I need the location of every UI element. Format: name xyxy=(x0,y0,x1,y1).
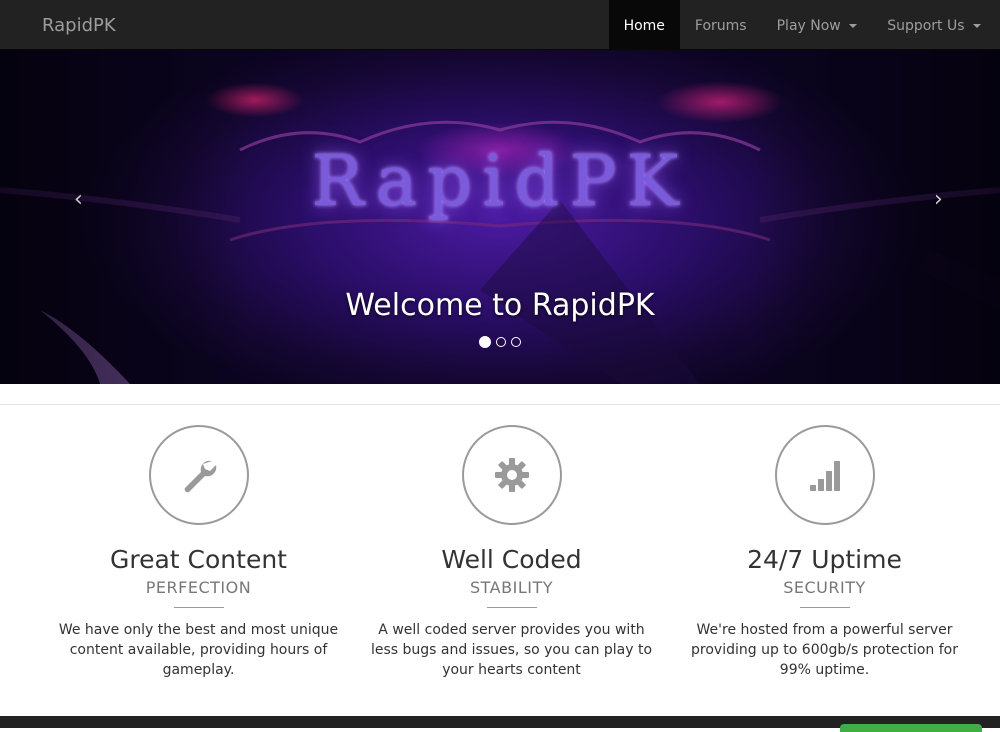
nav-menu: Home Forums Play Now Support Us xyxy=(608,0,996,50)
signal-icon xyxy=(809,461,840,491)
feature-text: We're hosted from a powerful server prov… xyxy=(691,622,958,678)
footer-button[interactable] xyxy=(840,724,982,732)
carousel-caption: Welcome to RapidPK xyxy=(345,288,655,323)
feature-rule xyxy=(486,607,537,608)
nav-item-support-us[interactable]: Support Us xyxy=(872,0,996,50)
navbar: RapidPK Home Forums Play Now Support Us xyxy=(0,0,1000,50)
section-divider xyxy=(0,404,1000,405)
feature-rule xyxy=(173,607,224,608)
nav-item-play-now[interactable]: Play Now xyxy=(762,0,873,50)
feature-text: We have only the best and most unique co… xyxy=(58,622,339,678)
nav-item-label: Home xyxy=(623,18,665,34)
feature-icon-circle xyxy=(148,425,249,525)
wrench-icon xyxy=(184,460,216,493)
nav-item-label: Support Us xyxy=(887,18,965,34)
feature-subtitle: SECURITY xyxy=(783,578,866,597)
caret-down-icon xyxy=(973,24,981,28)
gear-icon xyxy=(494,458,529,492)
feature-title: Well Coded xyxy=(441,545,582,574)
feature-subtitle: PERFECTION xyxy=(145,578,252,597)
feature-well-coded: Well Coded STABILITY A well coded server… xyxy=(355,425,668,680)
feature-subtitle: STABILITY xyxy=(469,578,553,597)
feature-rule xyxy=(799,607,850,608)
carousel-indicator-3[interactable] xyxy=(511,337,521,347)
chevron-right-icon[interactable]: › xyxy=(934,187,943,212)
banner-logo-text: RapidPK xyxy=(311,140,689,222)
carousel-indicators xyxy=(0,336,1000,348)
chevron-left-icon[interactable]: ‹ xyxy=(74,187,83,212)
carousel-indicator-1[interactable] xyxy=(479,336,491,348)
feature-title: 24/7 Uptime xyxy=(747,545,902,574)
nav-item-label: Play Now xyxy=(776,18,841,34)
feature-icon-circle xyxy=(774,425,875,525)
carousel-indicator-2[interactable] xyxy=(496,337,506,347)
feature-uptime: 24/7 Uptime SECURITY We're hosted from a… xyxy=(668,425,981,680)
feature-title: Great Content xyxy=(110,545,287,574)
feature-great-content: Great Content PERFECTION We have only th… xyxy=(42,425,355,680)
feature-icon-circle xyxy=(461,425,562,525)
feature-text: A well coded server provides you with le… xyxy=(370,622,653,678)
hero-carousel: RapidPK Welcome to RapidPK ‹ › xyxy=(0,50,1000,384)
nav-item-forums[interactable]: Forums xyxy=(680,0,762,50)
nav-item-home[interactable]: Home xyxy=(608,0,680,50)
caret-down-icon xyxy=(849,24,858,28)
brand-logo[interactable]: RapidPK xyxy=(42,0,116,50)
nav-item-label: Forums xyxy=(694,18,747,34)
